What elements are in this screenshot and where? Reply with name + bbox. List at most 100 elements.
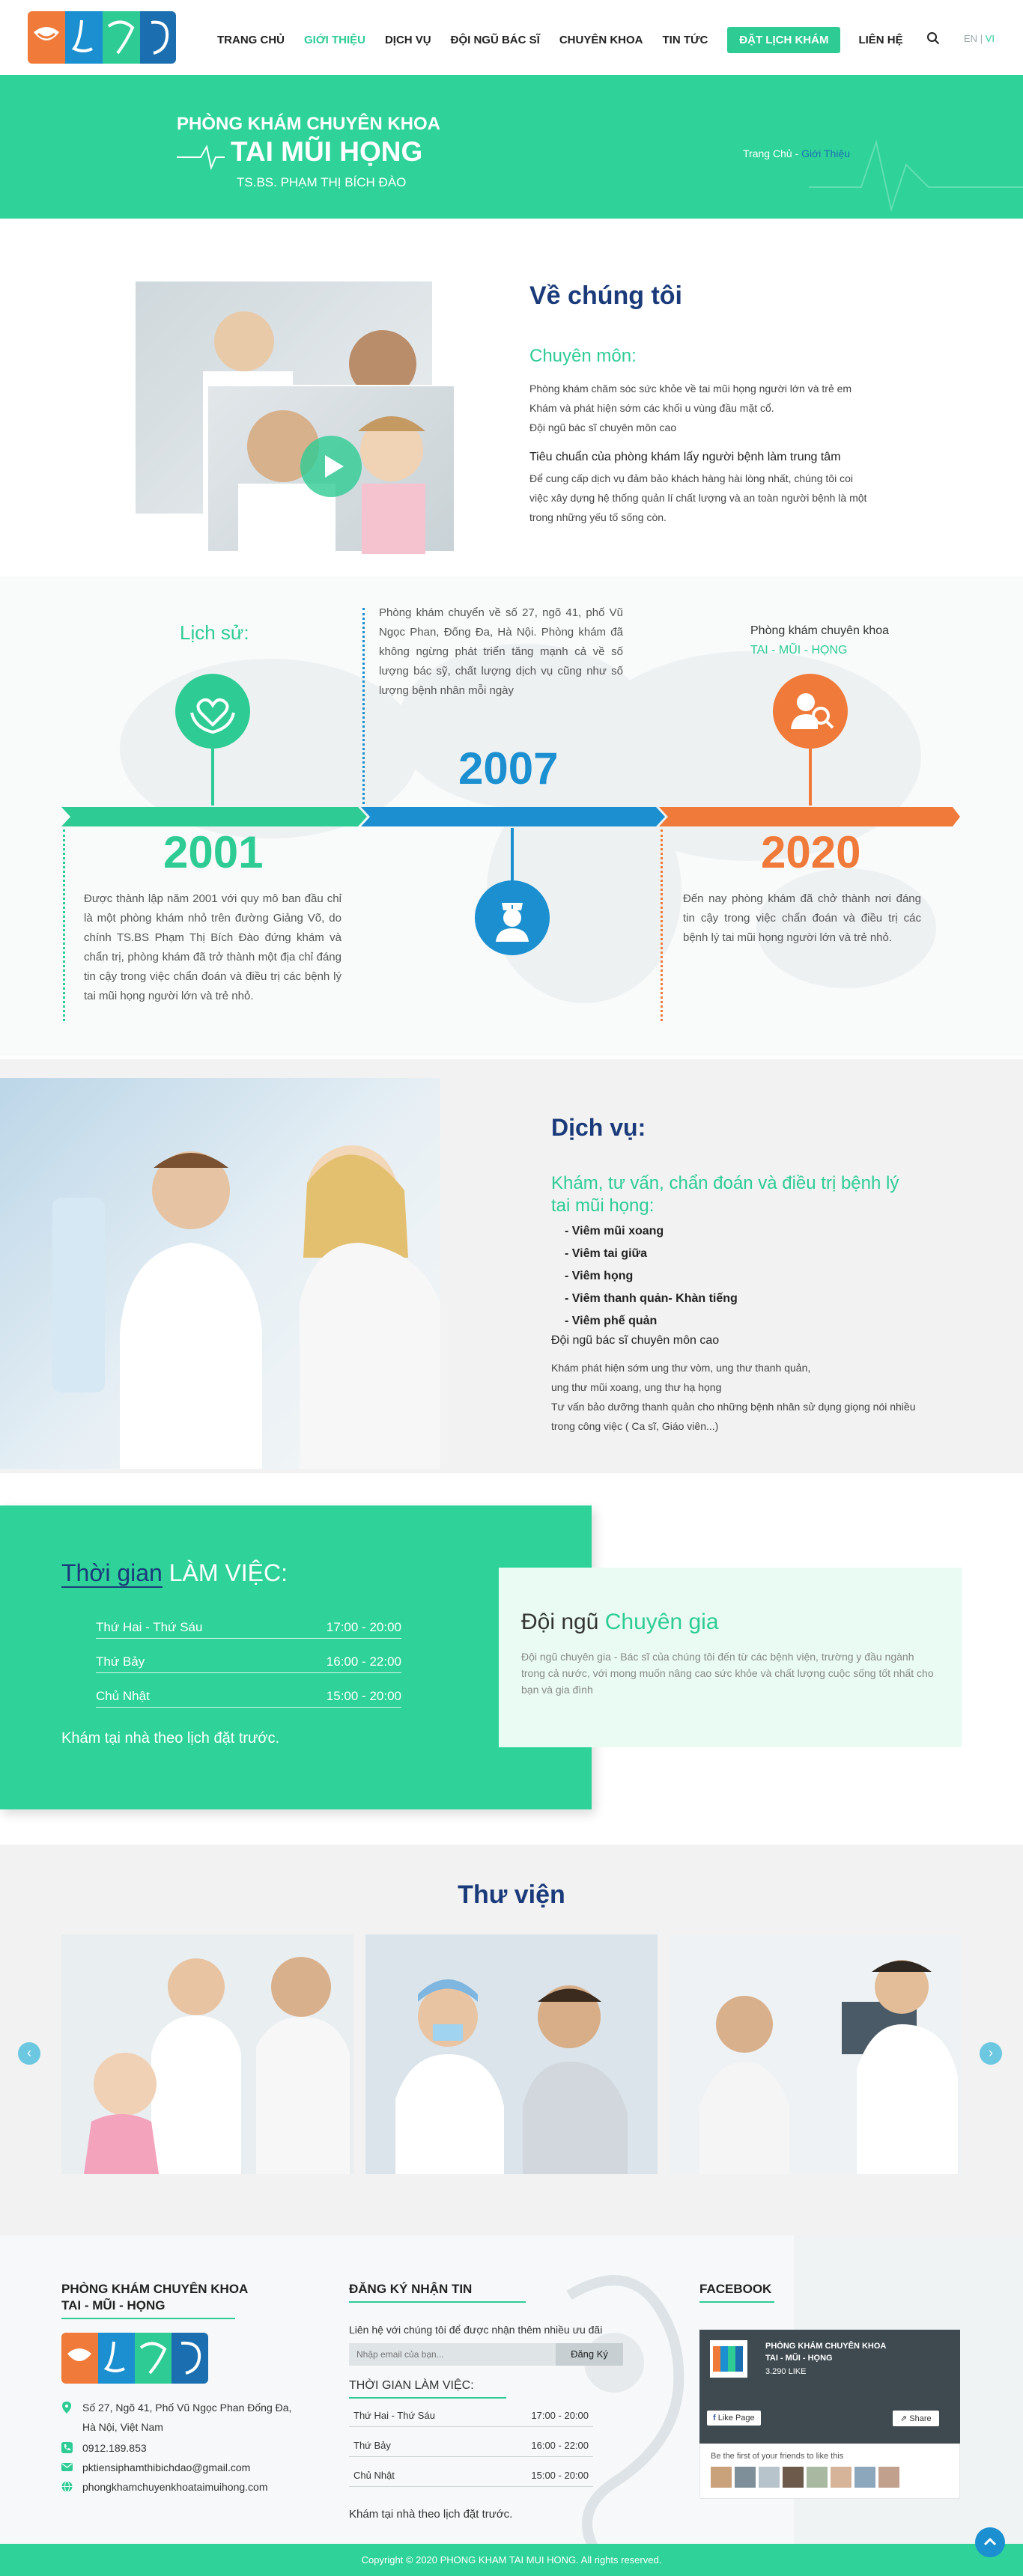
library-title: Thư viện [458, 1881, 565, 1909]
criteria-line: việc xây dựng hệ thống quản lí chất lượn… [529, 492, 867, 504]
footer-divider [349, 2301, 526, 2303]
play-video-button[interactable] [300, 436, 362, 497]
breadcrumb-home[interactable]: Trang Chủ [743, 147, 792, 159]
timeline-2001-text: Được thành lập năm 2001 với quy mô ban đ… [84, 892, 341, 1002]
footer-divider [699, 2301, 774, 2303]
facebook-like-label: Like Page [717, 2414, 755, 2423]
hours-day: Thứ Bảy [96, 1654, 145, 1669]
facebook-page-widget[interactable]: PHÒNG KHÁM CHUYÊN KHOA TAI - MŨI - HỌNG … [699, 2330, 960, 2443]
friend-avatar[interactable] [735, 2467, 756, 2488]
site-header: TRANG CHỦ GIỚI THIỆU DỊCH VỤ ĐỘI NGŨ BÁC… [0, 0, 1023, 75]
footer-divider [349, 2397, 506, 2399]
back-to-top-button[interactable] [975, 2527, 1005, 2557]
expertise-line: Phòng khám chăm sóc sức khỏe về tai mũi … [529, 383, 852, 395]
working-hours-title-a: Thời gian [61, 1559, 163, 1588]
timeline-2007-text: Phòng khám chuyển về số 27, ngõ 41, phố … [379, 606, 623, 697]
footer-brand-line1: PHÒNG KHÁM CHUYÊN KHOA [61, 2282, 249, 2296]
nav-home[interactable]: TRANG CHỦ [217, 34, 285, 46]
timeline-connector [511, 828, 514, 880]
friend-avatar[interactable] [878, 2467, 899, 2488]
friend-avatar[interactable] [807, 2467, 828, 2488]
lang-en-link[interactable]: EN [964, 33, 977, 44]
search-icon[interactable] [926, 31, 940, 45]
friend-avatar[interactable] [783, 2467, 804, 2488]
copyright-bar: Copyright © 2020 PHONG KHAM TAI MUI HONG… [0, 2544, 1023, 2576]
facebook-page-avatar [710, 2340, 747, 2378]
friend-avatar[interactable] [854, 2467, 875, 2488]
gallery-image[interactable] [670, 1934, 962, 2174]
nav-about[interactable]: GIỚI THIỆU [304, 34, 365, 46]
gallery-image[interactable] [365, 1934, 658, 2174]
footer-email[interactable]: pktiensiphamthibichdao@gmail.com [82, 2461, 250, 2473]
footer-logo[interactable] [61, 2333, 208, 2384]
working-hours-title: Thời gian LÀM VIỆC: [61, 1559, 288, 1588]
expert-team-title-a: Đội ngũ [521, 1610, 605, 1634]
criteria-heading: Tiêu chuẩn của phòng khám lấy người bệnh… [529, 451, 841, 463]
banner-title: TAI MŨI HỌNG [231, 136, 423, 167]
hours-time: 15:00 - 20:00 [326, 1688, 401, 1703]
nav-news[interactable]: TIN TỨC [663, 34, 708, 46]
hours-row: Chủ Nhật 15:00 - 20:00 [96, 1685, 401, 1708]
hours-row: Thứ Bảy 16:00 - 22:00 [96, 1651, 401, 1673]
banner-pulse-decoration [177, 139, 1023, 213]
lang-separator: | [980, 33, 983, 44]
facebook-friends-box: Be the first of your friends to like thi… [699, 2443, 960, 2499]
nav-contact[interactable]: LIÊN HỆ [858, 34, 902, 46]
footer-phone[interactable]: 0912.189.853 [82, 2442, 147, 2454]
mail-icon [61, 2461, 73, 2473]
lang-vi-link[interactable]: VI [986, 33, 995, 44]
newsletter-submit-button[interactable]: Đăng Ký [556, 2343, 623, 2366]
timeline-dots [63, 829, 65, 1021]
friend-avatar[interactable] [831, 2467, 852, 2488]
language-switch: EN | VI [964, 33, 995, 44]
facebook-like-page-button[interactable]: f Like Page [707, 2411, 761, 2426]
expert-team-desc: Đội ngũ chuyên gia - Bác sĩ của chúng tô… [521, 1651, 934, 1696]
expert-team-title: Đội ngũ Chuyên gia [521, 1610, 719, 1635]
service-item: - Viêm mũi xoang [565, 1225, 664, 1237]
location-icon [61, 2402, 72, 2414]
newsletter-email-input[interactable] [349, 2343, 556, 2366]
hours-time: 16:00 - 22:00 [531, 2440, 589, 2451]
gallery-image[interactable] [61, 1934, 353, 2174]
nav-specialty[interactable]: CHUYÊN KHOA [559, 34, 643, 46]
expertise-heading: Chuyên môn: [529, 346, 637, 366]
friend-avatar[interactable] [759, 2467, 780, 2488]
footer-hours-title: THỜI GIAN LÀM VIỆC: [349, 2379, 474, 2392]
banner-doctor-name: TS.BS. PHẠM THỊ BÍCH ĐÀO [237, 175, 407, 189]
year-2020: 2020 [761, 827, 861, 877]
facebook-page-name-1: PHÒNG KHÁM CHUYÊN KHOA [765, 2342, 887, 2351]
facebook-share-button[interactable]: ⇗ Share [893, 2411, 939, 2426]
hours-day: Chủ Nhật [96, 1688, 150, 1703]
gallery-prev-button[interactable]: ‹ [18, 2042, 40, 2065]
criteria-text: Để cung cấp dịch vụ đảm bảo khách hàng h… [529, 469, 866, 527]
criteria-line: Để cung cấp dịch vụ đảm bảo khách hàng h… [529, 472, 853, 484]
hours-day: Chủ Nhật [353, 2470, 395, 2481]
right-clinic-subtitle: TAI - MŨI - HỌNG [750, 644, 848, 657]
timeline-connector [809, 749, 812, 806]
facebook-likes-count: 3.290 LIKE [765, 2367, 807, 2376]
service-item: - Viêm tai giữa [565, 1247, 647, 1260]
timeline-dots [661, 829, 663, 1021]
book-appointment-button[interactable]: ĐẶT LỊCH KHÁM [727, 27, 841, 53]
chevron-up-icon [983, 2537, 997, 2546]
hours-time: 15:00 - 20:00 [531, 2470, 589, 2481]
services-title: Dịch vụ: [551, 1114, 646, 1141]
criteria-line: trong những yếu tố sống còn. [529, 511, 667, 523]
about-title: Về chúng tôi [529, 281, 682, 310]
timeline-arrow-band [61, 807, 960, 826]
site-logo[interactable] [28, 11, 176, 64]
nav-doctors[interactable]: ĐỘI NGŨ BÁC SĨ [451, 34, 540, 46]
services-detail-line: trong công việc ( Ca sĩ, Giáo viên...) [551, 1420, 719, 1432]
friend-avatar[interactable] [711, 2467, 732, 2488]
timeline-connector [211, 749, 214, 806]
hours-time: 17:00 - 20:00 [531, 2410, 589, 2421]
newsletter-title: ĐĂNG KÝ NHẬN TIN [349, 2282, 473, 2296]
footer-home-visit-note: Khám tại nhà theo lịch đặt trước. [349, 2508, 513, 2521]
nav-services[interactable]: DỊCH VỤ [385, 34, 431, 46]
gallery-next-button[interactable]: › [980, 2042, 1002, 2065]
facebook-page-name-2: TAI - MŨI - HỌNG [765, 2354, 833, 2363]
hours-day: Thứ Bảy [353, 2440, 391, 2451]
services-detail-line: ung thư mũi xoang, ung thư hạ họng [551, 1381, 722, 1393]
footer-website[interactable]: phongkhamchuyenkhoataimuihong.com [82, 2481, 268, 2493]
newsletter-desc: Liên hệ với chúng tôi để được nhận thêm … [349, 2324, 603, 2336]
